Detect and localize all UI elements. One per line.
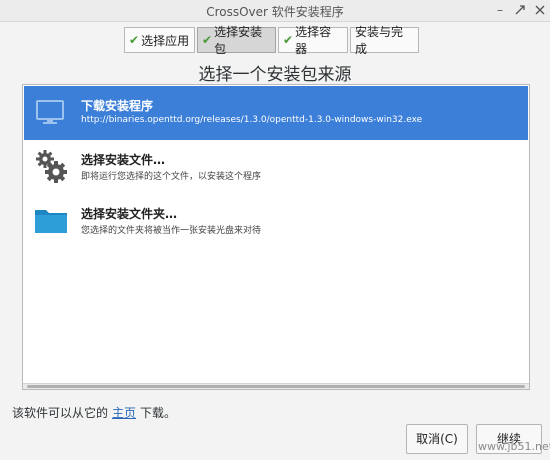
- footer-prefix: 该软件可以从它的: [12, 406, 109, 420]
- list-item-select-folder[interactable]: 选择安装文件夹… 您选择的文件夹将被当作一张安装光盘来对待: [24, 194, 528, 248]
- window-title: CrossOver 软件安装程序: [206, 5, 344, 19]
- watermark: www.jb51.net: [478, 440, 550, 453]
- scrollbar-thumb[interactable]: [27, 385, 525, 388]
- tab-label: 安装与完成: [355, 25, 404, 56]
- homepage-link[interactable]: 主页: [112, 406, 136, 420]
- tab-install-finish[interactable]: 安装与完成: [350, 25, 419, 56]
- item-title: 选择安装文件夹…: [81, 207, 178, 221]
- item-subtitle: http://binaries.openttd.org/releases/1.3…: [81, 115, 423, 125]
- item-title: 下载安装程序: [81, 99, 154, 113]
- item-title: 选择安装文件…: [81, 153, 166, 167]
- tab-label: 选择容器: [295, 25, 332, 56]
- page-heading: 选择一个安装包来源: [198, 65, 352, 85]
- list-item-select-file[interactable]: 选择安装文件… 即将运行您选择的这个文件，以安装这个程序: [24, 140, 528, 194]
- source-list: 下载安装程序 http://binaries.openttd.org/relea…: [22, 84, 530, 390]
- tab-label: 选择安装包: [214, 25, 263, 56]
- item-subtitle: 即将运行您选择的这个文件，以安装这个程序: [81, 172, 262, 182]
- list-item-download-installer[interactable]: 下载安装程序 http://binaries.openttd.org/relea…: [24, 86, 528, 140]
- step-tabs: ✔ 选择应用 ✔ 选择安装包 ✔ 选择容器 安装与完成: [124, 25, 421, 56]
- close-icon[interactable]: [532, 3, 548, 19]
- item-subtitle: 您选择的文件夹将被当作一张安装光盘来对待: [81, 226, 262, 236]
- tab-select-package[interactable]: ✔ 选择安装包: [197, 25, 276, 56]
- tab-label: 选择应用: [141, 33, 190, 48]
- maximize-icon[interactable]: [512, 3, 528, 19]
- footer-suffix: 下载。: [140, 406, 177, 420]
- monitor-icon: [34, 94, 68, 130]
- title-bar: CrossOver 软件安装程序 –: [0, 0, 550, 22]
- gears-icon: [34, 148, 68, 184]
- horizontal-scrollbar[interactable]: [23, 383, 529, 389]
- check-icon: ✔: [202, 33, 213, 47]
- cancel-button[interactable]: 取消(C): [406, 424, 468, 454]
- tab-select-bottle[interactable]: ✔ 选择容器: [278, 25, 348, 56]
- check-icon: ✔: [129, 33, 140, 47]
- check-icon: ✔: [283, 33, 294, 47]
- folder-icon: [34, 202, 68, 238]
- minimize-button[interactable]: –: [492, 3, 508, 19]
- tab-select-app[interactable]: ✔ 选择应用: [124, 27, 195, 53]
- footer-note: 该软件可以从它的 主页 下载。: [12, 404, 176, 421]
